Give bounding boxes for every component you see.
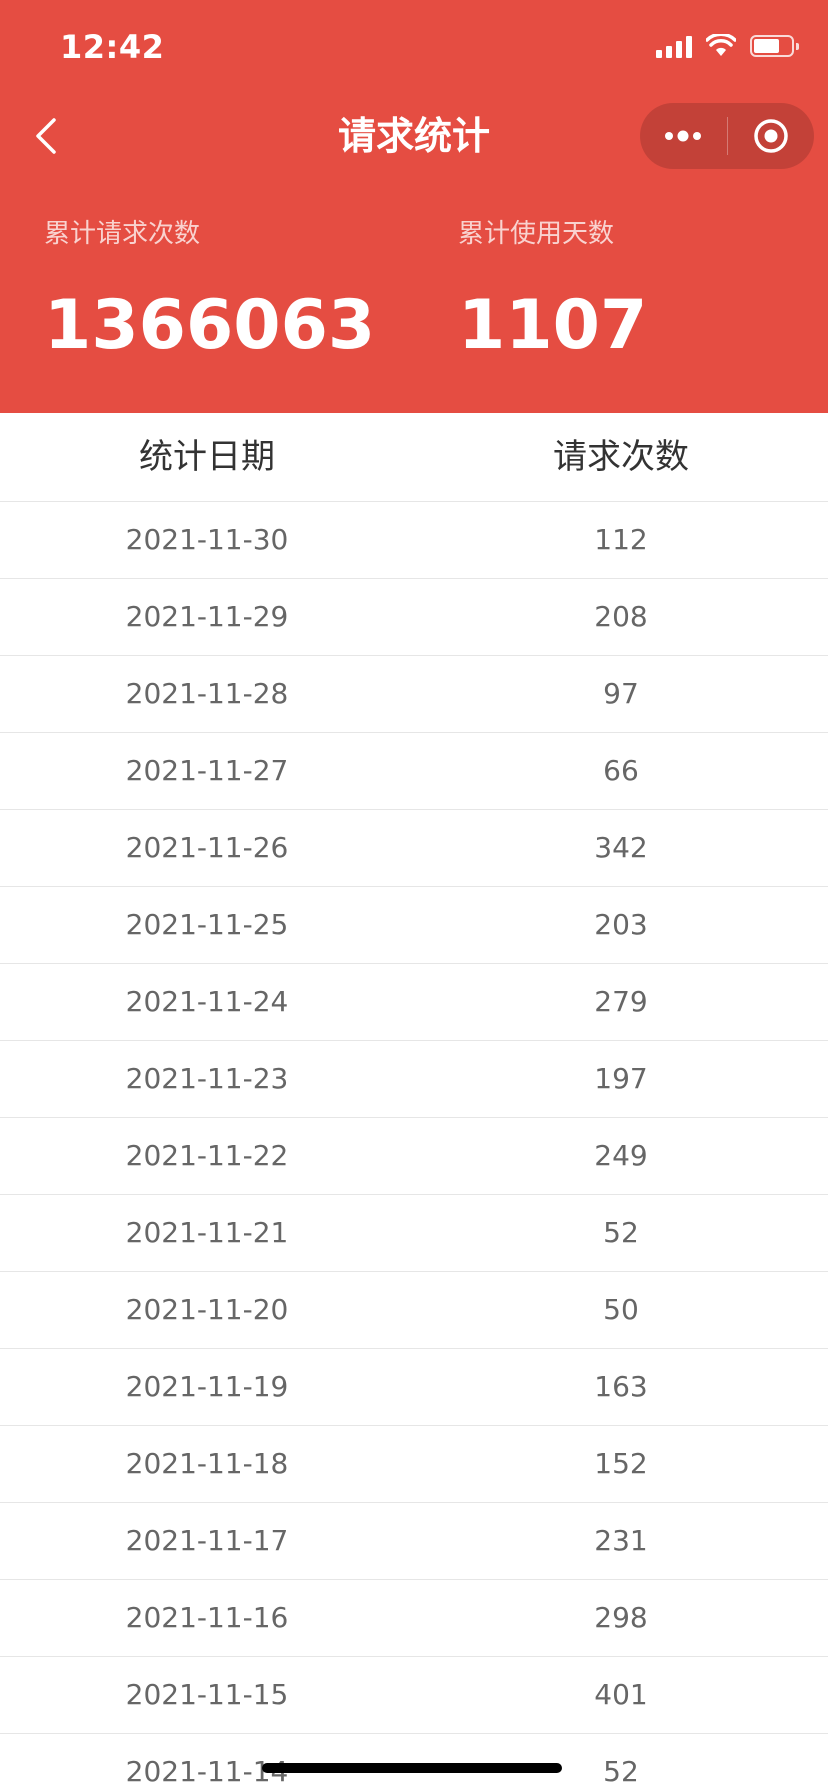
total-days-value: 1107 xyxy=(458,286,648,365)
row-date: 2021-11-30 xyxy=(125,523,289,556)
cellular-signal-icon xyxy=(656,34,692,58)
row-date: 2021-11-16 xyxy=(125,1601,289,1634)
row-count: 298 xyxy=(594,1601,648,1634)
mini-program-capsule xyxy=(640,103,814,169)
total-requests-value: 1366063 xyxy=(44,286,376,365)
total-requests-label: 累计请求次数 xyxy=(44,219,201,249)
column-header-count: 请求次数 xyxy=(553,437,689,477)
status-time: 12:42 xyxy=(60,28,165,66)
row-date: 2021-11-18 xyxy=(125,1447,289,1480)
row-date: 2021-11-29 xyxy=(125,600,289,633)
more-button[interactable] xyxy=(640,103,727,169)
row-count: 249 xyxy=(594,1139,648,1172)
row-date: 2021-11-25 xyxy=(125,908,289,941)
table-row: 2021-11-16 298 xyxy=(0,1580,828,1657)
table-row: 2021-11-22 249 xyxy=(0,1118,828,1195)
table-row: 2021-11-19 163 xyxy=(0,1349,828,1426)
total-days-label: 累计使用天数 xyxy=(458,219,615,249)
target-close-icon xyxy=(754,119,788,153)
row-count: 50 xyxy=(603,1293,639,1326)
table-row: 2021-11-26 342 xyxy=(0,810,828,887)
row-date: 2021-11-26 xyxy=(125,831,289,864)
row-count: 112 xyxy=(594,523,648,556)
table-row: 2021-11-27 66 xyxy=(0,733,828,810)
wifi-icon xyxy=(706,34,736,56)
table-row: 2021-11-21 52 xyxy=(0,1195,828,1272)
row-date: 2021-11-27 xyxy=(125,754,289,787)
row-date: 2021-11-17 xyxy=(125,1524,289,1557)
row-count: 66 xyxy=(603,754,639,787)
table-row: 2021-11-25 203 xyxy=(0,887,828,964)
screen: 12:42 请求统计 累计请求次数 1366063 累计使用天数 1107 统计… xyxy=(0,0,828,1792)
table-row: 2021-11-18 152 xyxy=(0,1426,828,1503)
column-header-date: 统计日期 xyxy=(139,437,275,477)
row-count: 152 xyxy=(594,1447,648,1480)
row-date: 2021-11-21 xyxy=(125,1216,289,1249)
table-row: 2021-11-24 279 xyxy=(0,964,828,1041)
more-dots-icon xyxy=(665,130,702,142)
row-count: 97 xyxy=(603,677,639,710)
table-header: 统计日期 请求次数 xyxy=(0,413,828,502)
stats-table-body: 2021-11-30 112 2021-11-29 208 2021-11-28 97 20… xyxy=(0,502,828,1792)
row-date: 2021-11-19 xyxy=(125,1370,289,1403)
row-count: 401 xyxy=(594,1678,648,1711)
total-days-stat: 累计使用天数 1107 xyxy=(458,216,647,366)
row-date: 2021-11-24 xyxy=(125,985,289,1018)
row-count: 197 xyxy=(594,1062,648,1095)
table-row: 2021-11-29 208 xyxy=(0,579,828,656)
row-date: 2021-11-15 xyxy=(125,1678,289,1711)
table-row: 2021-11-20 50 xyxy=(0,1272,828,1349)
table-row: 2021-11-15 401 xyxy=(0,1657,828,1734)
close-button[interactable] xyxy=(728,103,815,169)
table-row: 2021-11-30 112 xyxy=(0,502,828,579)
header-banner: 12:42 请求统计 累计请求次数 1366063 累计使用天数 1107 xyxy=(0,0,828,413)
row-count: 231 xyxy=(594,1524,648,1557)
row-count: 52 xyxy=(603,1216,639,1249)
table-row: 2021-11-17 231 xyxy=(0,1503,828,1580)
total-requests-stat: 累计请求次数 1366063 xyxy=(44,216,375,366)
table-row: 2021-11-28 97 xyxy=(0,656,828,733)
row-date: 2021-11-20 xyxy=(125,1293,289,1326)
row-count: 163 xyxy=(594,1370,648,1403)
battery-icon xyxy=(750,35,799,57)
row-date: 2021-11-23 xyxy=(125,1062,289,1095)
row-date: 2021-11-22 xyxy=(125,1139,289,1172)
home-indicator xyxy=(262,1763,562,1773)
row-date: 2021-11-28 xyxy=(125,677,289,710)
row-count: 208 xyxy=(594,600,648,633)
row-count: 342 xyxy=(594,831,648,864)
row-count: 203 xyxy=(594,908,648,941)
row-count: 279 xyxy=(594,985,648,1018)
status-icons xyxy=(656,34,799,58)
table-row: 2021-11-23 197 xyxy=(0,1041,828,1118)
